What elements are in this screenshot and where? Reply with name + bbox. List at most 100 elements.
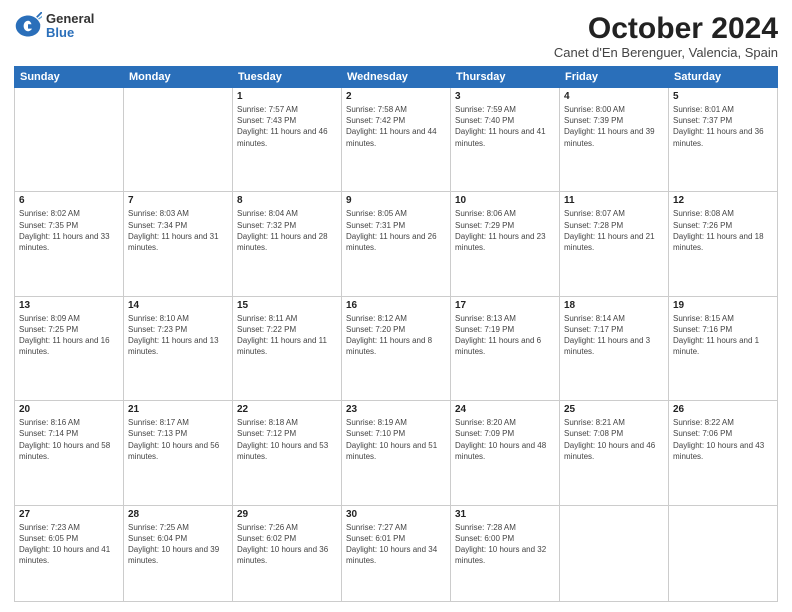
col-thursday: Thursday	[451, 67, 560, 88]
table-row: 7 Sunrise: 8:03 AM Sunset: 7:34 PM Daylig…	[124, 192, 233, 296]
day-info: Sunrise: 7:59 AM Sunset: 7:40 PM Dayligh…	[455, 104, 555, 149]
table-row: 21 Sunrise: 8:17 AM Sunset: 7:13 PM Dayli…	[124, 401, 233, 505]
calendar-week-row: 6 Sunrise: 8:02 AM Sunset: 7:35 PM Daylig…	[15, 192, 778, 296]
day-info: Sunrise: 8:17 AM Sunset: 7:13 PM Dayligh…	[128, 417, 228, 462]
logo-icon	[14, 12, 42, 40]
table-row	[124, 88, 233, 192]
logo-text: General Blue	[46, 12, 94, 41]
logo-general-text: General	[46, 12, 94, 26]
calendar-table: Sunday Monday Tuesday Wednesday Thursday…	[14, 66, 778, 602]
day-info: Sunrise: 7:23 AM Sunset: 6:05 PM Dayligh…	[19, 522, 119, 567]
day-number: 18	[564, 300, 664, 311]
day-number: 5	[673, 91, 773, 102]
day-number: 11	[564, 195, 664, 206]
table-row	[669, 505, 778, 601]
day-info: Sunrise: 8:21 AM Sunset: 7:08 PM Dayligh…	[564, 417, 664, 462]
col-wednesday: Wednesday	[342, 67, 451, 88]
day-number: 14	[128, 300, 228, 311]
table-row: 1Sunrise: 7:57 AM Sunset: 7:43 PM Daylig…	[233, 88, 342, 192]
table-row: 11Sunrise: 8:07 AM Sunset: 7:28 PM Dayli…	[560, 192, 669, 296]
location-subtitle: Canet d'En Berenguer, Valencia, Spain	[554, 45, 778, 60]
day-info: Sunrise: 8:11 AM Sunset: 7:22 PM Dayligh…	[237, 313, 337, 358]
day-info: Sunrise: 7:58 AM Sunset: 7:42 PM Dayligh…	[346, 104, 446, 149]
day-number: 7	[128, 195, 228, 206]
day-number: 21	[128, 404, 228, 415]
col-sunday: Sunday	[15, 67, 124, 88]
day-number: 28	[128, 509, 228, 520]
month-title: October 2024	[554, 12, 778, 45]
calendar-week-row: 20Sunrise: 8:16 AM Sunset: 7:14 PM Dayli…	[15, 401, 778, 505]
table-row: 18 Sunrise: 8:14 AM Sunset: 7:17 PM Dayli…	[560, 296, 669, 400]
table-row: 28 Sunrise: 7:25 AM Sunset: 6:04 PM Dayli…	[124, 505, 233, 601]
day-info: Sunrise: 8:14 AM Sunset: 7:17 PM Dayligh…	[564, 313, 664, 358]
day-number: 15	[237, 300, 337, 311]
col-saturday: Saturday	[669, 67, 778, 88]
day-info: Sunrise: 8:09 AM Sunset: 7:25 PM Dayligh…	[19, 313, 119, 358]
table-row	[15, 88, 124, 192]
table-row: 30 Sunrise: 7:27 AM Sunset: 6:01 PM Dayli…	[342, 505, 451, 601]
col-tuesday: Tuesday	[233, 67, 342, 88]
day-number: 3	[455, 91, 555, 102]
day-number: 12	[673, 195, 773, 206]
day-info: Sunrise: 8:01 AM Sunset: 7:37 PM Dayligh…	[673, 104, 773, 149]
day-number: 13	[19, 300, 119, 311]
day-number: 2	[346, 91, 446, 102]
table-row: 9Sunrise: 8:05 AM Sunset: 7:31 PM Daylig…	[342, 192, 451, 296]
day-number: 23	[346, 404, 446, 415]
logo-blue-text: Blue	[46, 26, 94, 40]
day-number: 29	[237, 509, 337, 520]
day-info: Sunrise: 8:18 AM Sunset: 7:12 PM Dayligh…	[237, 417, 337, 462]
day-info: Sunrise: 7:27 AM Sunset: 6:01 PM Dayligh…	[346, 522, 446, 567]
table-row	[560, 505, 669, 601]
day-info: Sunrise: 8:08 AM Sunset: 7:26 PM Dayligh…	[673, 208, 773, 253]
table-row: 22Sunrise: 8:18 AM Sunset: 7:12 PM Dayli…	[233, 401, 342, 505]
day-info: Sunrise: 8:22 AM Sunset: 7:06 PM Dayligh…	[673, 417, 773, 462]
table-row: 29 Sunrise: 7:26 AM Sunset: 6:02 PM Dayli…	[233, 505, 342, 601]
table-row: 13 Sunrise: 8:09 AM Sunset: 7:25 PM Dayli…	[15, 296, 124, 400]
day-number: 30	[346, 509, 446, 520]
table-row: 27 Sunrise: 7:23 AM Sunset: 6:05 PM Dayli…	[15, 505, 124, 601]
logo: General Blue	[14, 12, 94, 41]
day-info: Sunrise: 8:20 AM Sunset: 7:09 PM Dayligh…	[455, 417, 555, 462]
day-number: 26	[673, 404, 773, 415]
table-row: 17 Sunrise: 8:13 AM Sunset: 7:19 PM Dayli…	[451, 296, 560, 400]
col-monday: Monday	[124, 67, 233, 88]
table-row: 8Sunrise: 8:04 AM Sunset: 7:32 PM Daylig…	[233, 192, 342, 296]
day-info: Sunrise: 8:03 AM Sunset: 7:34 PM Dayligh…	[128, 208, 228, 253]
day-number: 31	[455, 509, 555, 520]
day-info: Sunrise: 7:28 AM Sunset: 6:00 PM Dayligh…	[455, 522, 555, 567]
day-number: 17	[455, 300, 555, 311]
day-number: 10	[455, 195, 555, 206]
day-info: Sunrise: 7:57 AM Sunset: 7:43 PM Dayligh…	[237, 104, 337, 149]
header: General Blue October 2024 Canet d'En Ber…	[14, 12, 778, 60]
table-row: 31 Sunrise: 7:28 AM Sunset: 6:00 PM Dayli…	[451, 505, 560, 601]
day-info: Sunrise: 7:25 AM Sunset: 6:04 PM Dayligh…	[128, 522, 228, 567]
calendar-header-row: Sunday Monday Tuesday Wednesday Thursday…	[15, 67, 778, 88]
day-info: Sunrise: 8:16 AM Sunset: 7:14 PM Dayligh…	[19, 417, 119, 462]
day-info: Sunrise: 8:13 AM Sunset: 7:19 PM Dayligh…	[455, 313, 555, 358]
day-info: Sunrise: 8:04 AM Sunset: 7:32 PM Dayligh…	[237, 208, 337, 253]
day-number: 16	[346, 300, 446, 311]
day-info: Sunrise: 8:19 AM Sunset: 7:10 PM Dayligh…	[346, 417, 446, 462]
day-number: 6	[19, 195, 119, 206]
day-number: 9	[346, 195, 446, 206]
table-row: 3 Sunrise: 7:59 AM Sunset: 7:40 PM Daylig…	[451, 88, 560, 192]
table-row: 19Sunrise: 8:15 AM Sunset: 7:16 PM Dayli…	[669, 296, 778, 400]
table-row: 5 Sunrise: 8:01 AM Sunset: 7:37 PM Daylig…	[669, 88, 778, 192]
day-info: Sunrise: 7:26 AM Sunset: 6:02 PM Dayligh…	[237, 522, 337, 567]
table-row: 6 Sunrise: 8:02 AM Sunset: 7:35 PM Daylig…	[15, 192, 124, 296]
table-row: 14Sunrise: 8:10 AM Sunset: 7:23 PM Dayli…	[124, 296, 233, 400]
col-friday: Friday	[560, 67, 669, 88]
day-number: 4	[564, 91, 664, 102]
day-number: 27	[19, 509, 119, 520]
day-number: 25	[564, 404, 664, 415]
calendar-week-row: 13 Sunrise: 8:09 AM Sunset: 7:25 PM Dayli…	[15, 296, 778, 400]
day-info: Sunrise: 8:00 AM Sunset: 7:39 PM Dayligh…	[564, 104, 664, 149]
table-row: 24 Sunrise: 8:20 AM Sunset: 7:09 PM Dayli…	[451, 401, 560, 505]
table-row: 25 Sunrise: 8:21 AM Sunset: 7:08 PM Dayli…	[560, 401, 669, 505]
day-info: Sunrise: 8:02 AM Sunset: 7:35 PM Dayligh…	[19, 208, 119, 253]
day-number: 24	[455, 404, 555, 415]
table-row: 12 Sunrise: 8:08 AM Sunset: 7:26 PM Dayli…	[669, 192, 778, 296]
calendar-week-row: 1Sunrise: 7:57 AM Sunset: 7:43 PM Daylig…	[15, 88, 778, 192]
day-number: 19	[673, 300, 773, 311]
